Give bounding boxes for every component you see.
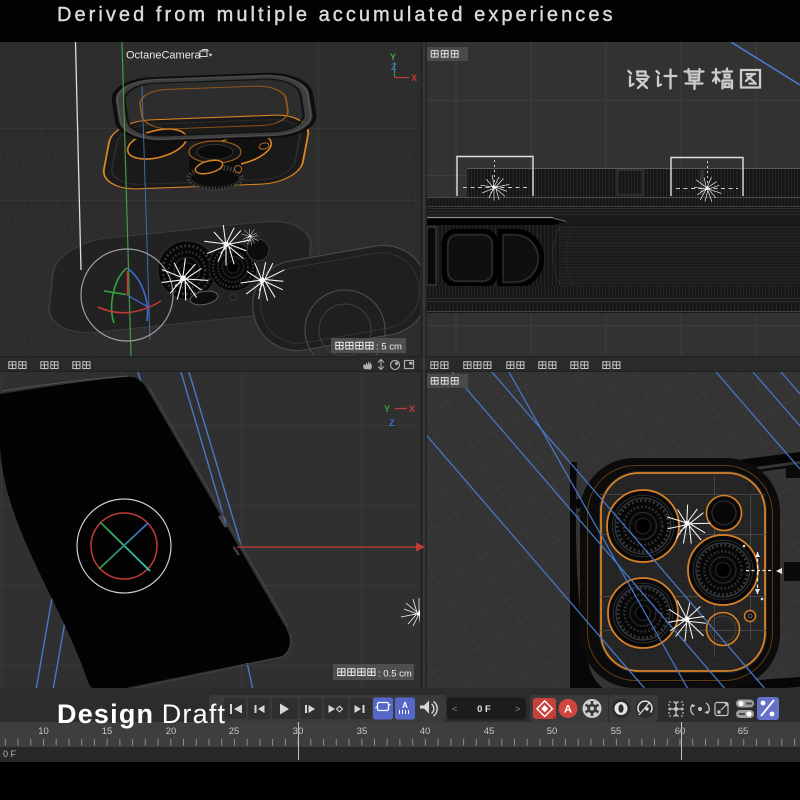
svg-text:>: > [515,704,520,714]
svg-text:A: A [564,704,572,716]
svg-text:55: 55 [611,726,622,737]
svg-text:: 5 cm: : 5 cm [376,342,402,353]
svg-text:Y: Y [390,52,396,62]
svg-text:10: 10 [38,726,49,737]
svg-text:Z: Z [389,418,395,428]
svg-text:45: 45 [484,726,495,737]
svg-text:50: 50 [547,726,558,737]
svg-text:25: 25 [229,726,240,737]
svg-text:Y: Y [384,404,390,414]
svg-text:A: A [402,701,408,710]
svg-text:65: 65 [738,726,749,737]
svg-text:<: < [452,704,457,714]
svg-text:0 F: 0 F [3,749,17,759]
svg-text:35: 35 [357,726,368,737]
svg-text:40: 40 [420,726,431,737]
svg-text:X: X [409,404,415,414]
svg-text:0 F: 0 F [477,704,491,715]
svg-text:: 0.5 cm: : 0.5 cm [378,669,412,680]
svg-text:60: 60 [675,726,686,737]
svg-text:OctaneCamera: OctaneCamera [126,50,201,62]
svg-text:X: X [411,73,417,83]
